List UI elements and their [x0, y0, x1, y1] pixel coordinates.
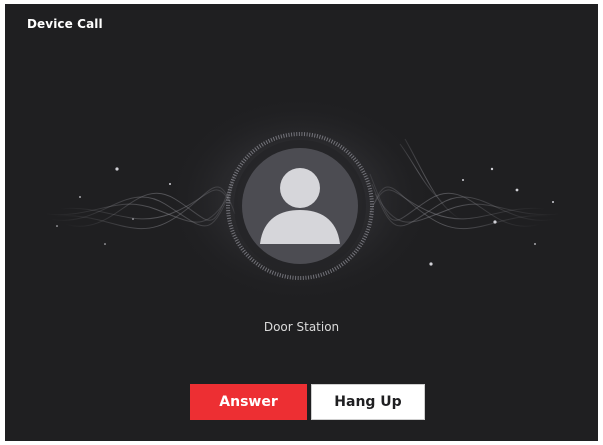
- call-animation: [44, 94, 561, 304]
- device-call-dialog: Device Call Door Station Answer Hang Up: [5, 4, 598, 441]
- dialog-title: Device Call: [27, 17, 103, 31]
- answer-button[interactable]: Answer: [190, 384, 307, 420]
- hang-up-button[interactable]: Hang Up: [311, 384, 425, 420]
- caller-name: Door Station: [263, 320, 340, 334]
